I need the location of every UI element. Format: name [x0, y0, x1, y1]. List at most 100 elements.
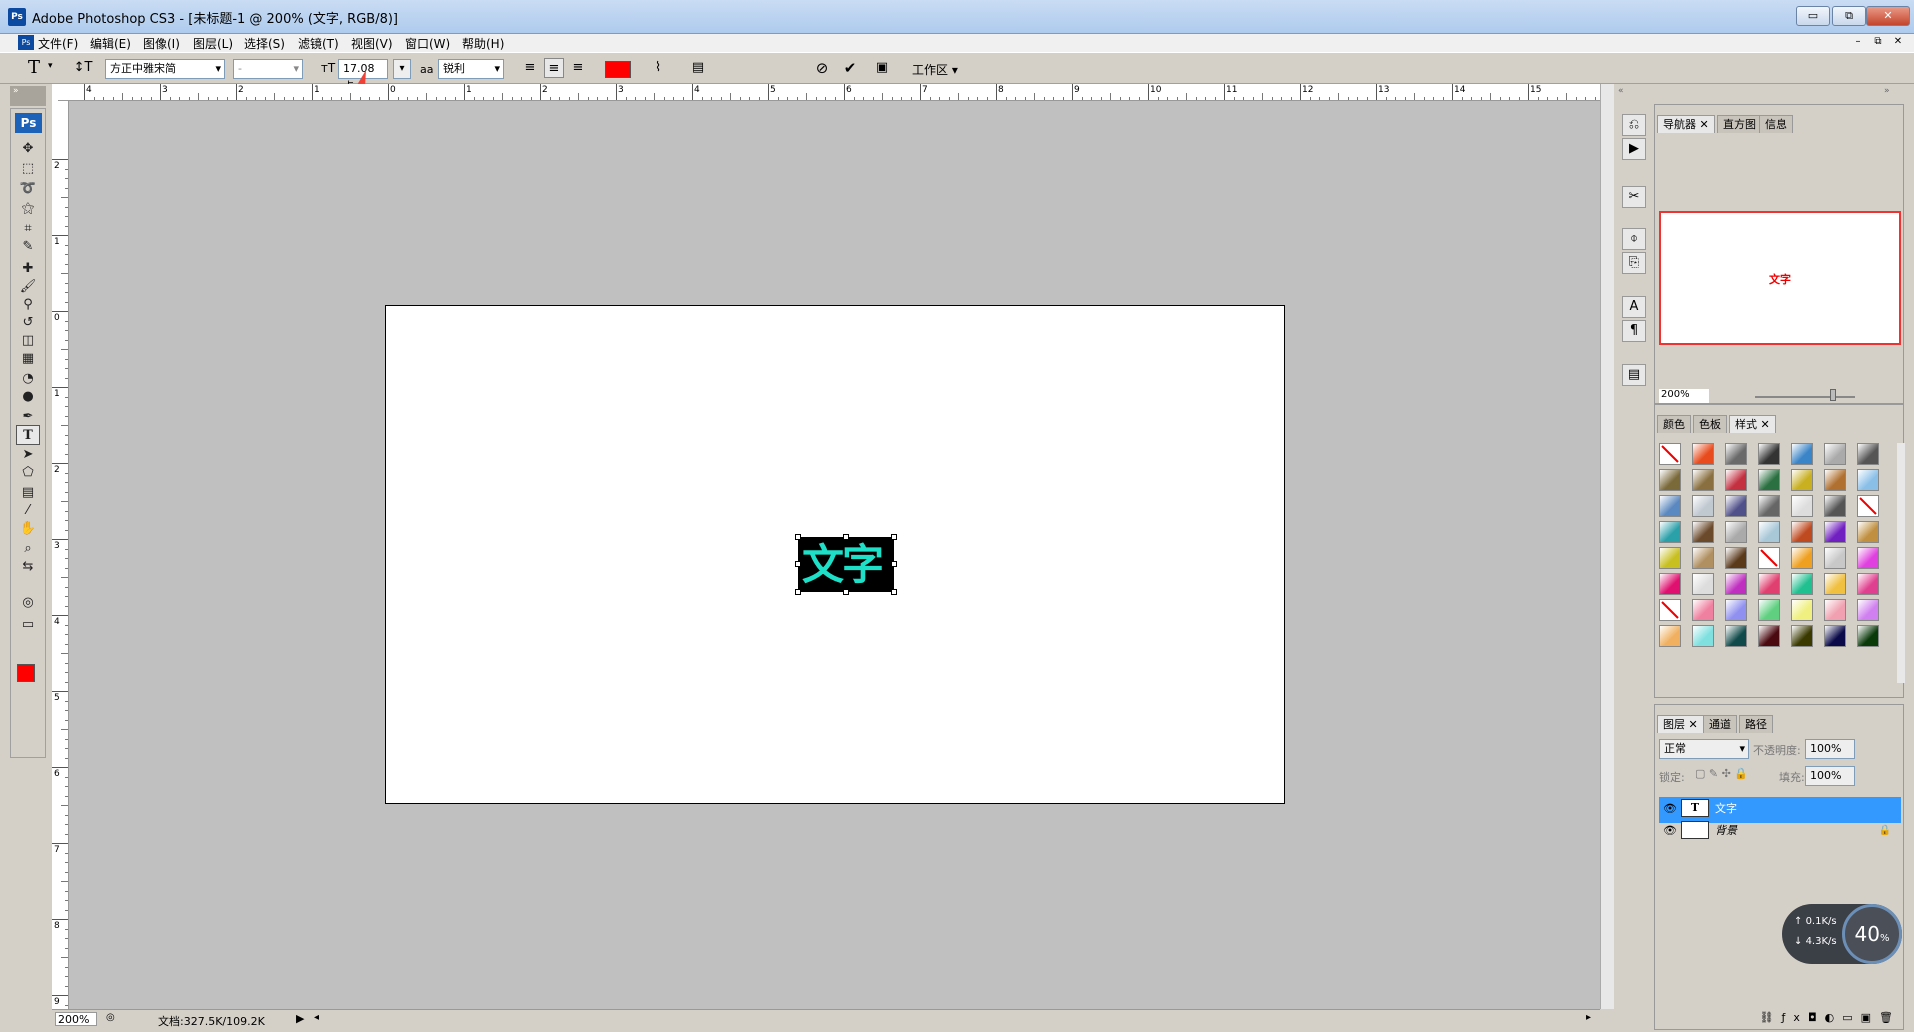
style-swatch[interactable]	[1824, 469, 1846, 491]
style-swatch[interactable]	[1758, 625, 1780, 647]
style-swatch[interactable]	[1857, 573, 1879, 595]
marquee-tool-icon[interactable]: ⬚	[16, 159, 40, 179]
align-center-icon[interactable]: ≡	[544, 58, 564, 78]
transform-handle[interactable]	[843, 589, 849, 595]
style-swatch[interactable]	[1692, 547, 1714, 569]
style-swatch[interactable]	[1791, 625, 1813, 647]
style-swatch[interactable]	[1692, 469, 1714, 491]
style-swatch[interactable]	[1659, 599, 1681, 621]
menu-select[interactable]: 选择(S)	[244, 35, 285, 52]
style-swatch[interactable]	[1791, 521, 1813, 543]
lasso-tool-icon[interactable]: ➰	[16, 179, 40, 199]
foreground-color-swatch[interactable]	[17, 664, 35, 682]
layer-row[interactable]: 👁 背景 🔒	[1659, 819, 1901, 845]
tab-color[interactable]: 颜色	[1657, 415, 1691, 433]
style-swatch[interactable]	[1758, 469, 1780, 491]
warp-text-icon[interactable]: ⌇	[648, 58, 668, 78]
style-swatch[interactable]	[1791, 599, 1813, 621]
style-swatch[interactable]	[1659, 573, 1681, 595]
tab-channels[interactable]: 通道	[1703, 715, 1737, 733]
tab-paths[interactable]: 路径	[1739, 715, 1773, 733]
font-style-select[interactable]: -	[233, 59, 303, 79]
style-swatch[interactable]	[1725, 469, 1747, 491]
menu-help[interactable]: 帮助(H)	[462, 35, 504, 52]
maximize-button[interactable]: ⧉	[1832, 6, 1866, 26]
actions-icon[interactable]: ▶	[1622, 138, 1646, 160]
layer-comps-icon[interactable]: ▤	[1622, 364, 1646, 386]
swap-colors-icon[interactable]: ⇆	[16, 557, 40, 577]
style-swatch[interactable]	[1857, 495, 1879, 517]
font-family-select[interactable]: 方正中雅宋简	[105, 59, 225, 79]
style-swatch[interactable]	[1791, 573, 1813, 595]
character-palette-icon[interactable]: ▤	[688, 58, 708, 78]
style-swatch[interactable]	[1791, 443, 1813, 465]
pen-tool-icon[interactable]: ✒	[16, 407, 40, 427]
zoom-slider-thumb[interactable]	[1830, 389, 1836, 401]
clone-source-icon[interactable]: ⎘	[1622, 252, 1646, 274]
scroll-left-icon[interactable]: ◂	[314, 1012, 319, 1023]
eyedropper2-icon[interactable]: ⁄	[16, 501, 40, 521]
eye-icon[interactable]: 👁	[1663, 819, 1677, 843]
text-layer-box[interactable]: 文字	[798, 537, 894, 592]
tab-info[interactable]: 信息	[1759, 115, 1793, 133]
style-swatch[interactable]	[1824, 495, 1846, 517]
status-icon[interactable]: ◎	[106, 1012, 115, 1023]
style-swatch[interactable]	[1725, 495, 1747, 517]
toolbox-grip[interactable]: »	[10, 86, 46, 106]
doc-close-icon[interactable]: ✕	[1890, 35, 1906, 50]
eye-icon[interactable]: 👁	[1663, 797, 1677, 821]
style-swatch[interactable]	[1659, 495, 1681, 517]
transform-handle[interactable]	[891, 561, 897, 567]
style-swatch[interactable]	[1725, 521, 1747, 543]
tab-histogram[interactable]: 直方图	[1717, 115, 1762, 133]
eraser-tool-icon[interactable]: ◫	[16, 331, 40, 351]
opacity-input[interactable]: 100%	[1805, 739, 1855, 759]
close-button[interactable]: ✕	[1866, 6, 1910, 26]
style-swatch[interactable]	[1659, 625, 1681, 647]
style-swatch[interactable]	[1725, 599, 1747, 621]
workspace-menu[interactable]: 工作区 ▾	[912, 61, 958, 78]
transform-handle[interactable]	[795, 534, 801, 540]
navigator-zoom-slider[interactable]	[1755, 396, 1855, 398]
style-swatch[interactable]	[1725, 443, 1747, 465]
cancel-edit-icon[interactable]: ⊘	[812, 58, 832, 78]
style-swatch[interactable]	[1692, 573, 1714, 595]
navigator-preview[interactable]: 文字	[1659, 211, 1901, 345]
status-menu-arrow-icon[interactable]: ▶	[296, 1012, 304, 1025]
text-tool-preset-icon[interactable]: T	[24, 58, 44, 78]
style-swatch[interactable]	[1692, 599, 1714, 621]
canvas-text[interactable]: 文字	[802, 537, 884, 592]
font-size-dropdown-icon[interactable]: ▾	[393, 59, 411, 79]
style-swatch[interactable]	[1857, 443, 1879, 465]
styles-scrollbar[interactable]	[1897, 443, 1905, 683]
style-swatch[interactable]	[1857, 469, 1879, 491]
style-swatch[interactable]	[1791, 469, 1813, 491]
vertical-scrollbar[interactable]	[1600, 84, 1614, 1009]
screen-mode-icon[interactable]: ▭	[16, 615, 40, 635]
history-icon[interactable]: ⎌	[1622, 114, 1646, 136]
menu-window[interactable]: 窗口(W)	[405, 35, 450, 52]
style-swatch[interactable]	[1692, 625, 1714, 647]
style-swatch[interactable]	[1659, 547, 1681, 569]
style-swatch[interactable]	[1791, 495, 1813, 517]
strip-grip[interactable]: «	[1618, 86, 1624, 96]
blend-mode-select[interactable]: 正常	[1659, 739, 1749, 759]
style-swatch[interactable]	[1791, 547, 1813, 569]
style-swatch[interactable]	[1659, 469, 1681, 491]
dock-grip[interactable]: »	[1884, 86, 1890, 96]
style-swatch[interactable]	[1758, 547, 1780, 569]
style-swatch[interactable]	[1758, 495, 1780, 517]
move-tool-icon[interactable]: ✥	[16, 139, 40, 159]
crop-tool-icon[interactable]: ⌗	[16, 219, 40, 239]
style-swatch[interactable]	[1659, 443, 1681, 465]
menu-edit[interactable]: 编辑(E)	[90, 35, 131, 52]
quick-mask-icon[interactable]: ◎	[16, 593, 40, 613]
zoom-tool-icon[interactable]: ⌕	[16, 539, 40, 559]
doc-restore-icon[interactable]: ⧉	[1870, 35, 1886, 50]
menu-view[interactable]: 视图(V)	[351, 35, 393, 52]
healing-brush-icon[interactable]: ✚	[16, 259, 40, 279]
align-right-icon[interactable]: ≡	[568, 58, 588, 78]
style-swatch[interactable]	[1692, 443, 1714, 465]
layer-panel-buttons[interactable]: ⛓ƒx◘◐▭▣🗑	[1659, 1011, 1901, 1024]
tab-swatches[interactable]: 色板	[1693, 415, 1727, 433]
